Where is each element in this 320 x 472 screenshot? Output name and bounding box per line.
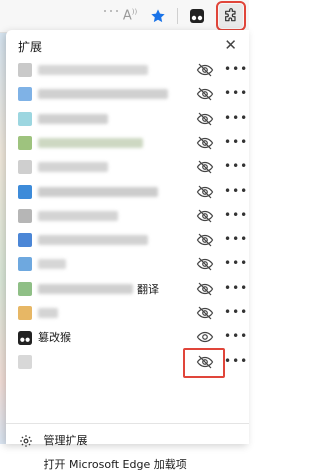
extension-icon xyxy=(18,209,32,223)
extension-icon xyxy=(18,355,32,369)
eye-hidden-icon[interactable] xyxy=(196,110,214,128)
extensions-button[interactable] xyxy=(216,1,246,31)
manage-extensions-label: 管理扩展 xyxy=(43,434,88,447)
toolbar-separator xyxy=(177,8,178,24)
extension-icon xyxy=(18,63,32,77)
more-actions-button[interactable]: ••• xyxy=(224,86,248,100)
extension-icon xyxy=(18,257,32,271)
more-actions-button[interactable]: ••• xyxy=(224,184,248,198)
more-actions-button[interactable]: ••• xyxy=(224,305,248,319)
extension-icon xyxy=(18,185,32,199)
more-actions-button[interactable]: ••• xyxy=(224,111,248,125)
extension-name-redacted xyxy=(38,138,143,148)
puzzle-icon xyxy=(225,8,236,22)
extension-name: 篡改猴 xyxy=(38,331,71,344)
extension-row[interactable]: ••• xyxy=(6,301,249,325)
eye-hidden-icon[interactable] xyxy=(196,280,214,298)
extension-name-redacted xyxy=(38,235,148,245)
more-actions-button[interactable]: ••• xyxy=(224,281,248,295)
extension-row[interactable]: ••• xyxy=(6,204,249,228)
extension-name-redacted xyxy=(38,308,58,318)
extension-icon xyxy=(18,306,32,320)
open-edge-addons-label: 打开 Microsoft Edge 加载项 xyxy=(43,458,187,471)
read-aloud-label: A xyxy=(122,8,132,24)
more-actions-button[interactable]: ••• xyxy=(224,354,248,368)
extension-name-redacted xyxy=(38,211,118,221)
extensions-popup: 扩展 ✕ ••• ••• ••• ••• ••• ••• ••• ••• ••• 翻译 ••• •••… xyxy=(6,30,249,471)
extension-icon xyxy=(18,87,32,101)
close-icon[interactable]: ✕ xyxy=(224,36,237,54)
extension-name-redacted xyxy=(38,89,168,99)
eye-hidden-icon[interactable] xyxy=(196,183,214,201)
tampermonkey-toolbar-button[interactable] xyxy=(185,4,209,28)
highlight-box xyxy=(183,348,225,378)
more-actions-button[interactable]: ••• xyxy=(224,256,248,270)
extension-icon xyxy=(18,282,32,296)
browser-toolbar: A)) xyxy=(0,0,249,33)
extension-icon xyxy=(18,160,32,174)
extension-row[interactable]: ••• xyxy=(6,180,249,204)
extension-row[interactable]: ••• xyxy=(6,228,249,252)
star-icon xyxy=(151,9,165,23)
extension-row[interactable]: ••• xyxy=(6,252,249,276)
more-actions-button[interactable]: ••• xyxy=(224,208,248,222)
more-actions-button[interactable]: ••• xyxy=(224,329,248,343)
extension-name: 翻译 xyxy=(137,283,159,296)
eye-icon[interactable] xyxy=(196,328,214,346)
extension-row[interactable]: 翻译 ••• xyxy=(6,277,249,301)
extension-icon xyxy=(18,136,32,150)
eye-hidden-icon[interactable] xyxy=(196,207,214,225)
open-edge-addons-link[interactable]: 打开 Microsoft Edge 加载项 xyxy=(18,456,187,472)
gear-icon xyxy=(20,435,32,447)
eye-hidden-icon[interactable] xyxy=(196,255,214,273)
more-actions-button[interactable]: ••• xyxy=(224,62,248,76)
more-actions-button[interactable]: ••• xyxy=(224,159,248,173)
extension-row[interactable]: ••• xyxy=(6,58,249,82)
extension-row[interactable]: ••• xyxy=(6,82,249,106)
favorite-button[interactable] xyxy=(146,4,170,28)
extension-row[interactable]: ••• xyxy=(6,131,249,155)
manage-extensions-link[interactable]: 管理扩展 xyxy=(18,432,88,448)
tampermonkey-icon xyxy=(190,9,204,23)
extension-row[interactable]: ••• xyxy=(6,155,249,179)
popup-title: 扩展 xyxy=(18,40,43,54)
tampermonkey-icon xyxy=(18,330,32,345)
read-aloud-button[interactable]: A)) xyxy=(118,4,142,28)
eye-hidden-icon[interactable] xyxy=(196,61,214,79)
overflow-dots-icon xyxy=(104,10,118,12)
extension-name-redacted xyxy=(38,65,148,75)
eye-hidden-icon[interactable] xyxy=(196,304,214,322)
extension-name-redacted xyxy=(38,187,158,197)
more-actions-button[interactable]: ••• xyxy=(224,135,248,149)
read-aloud-icon: A)) xyxy=(122,8,138,24)
extension-icon xyxy=(18,233,32,247)
extension-row[interactable]: ••• xyxy=(6,107,249,131)
extension-name-redacted xyxy=(38,259,66,269)
eye-hidden-icon[interactable] xyxy=(196,158,214,176)
eye-hidden-icon[interactable] xyxy=(196,85,214,103)
extension-name-redacted xyxy=(38,162,108,172)
eye-hidden-icon[interactable] xyxy=(196,231,214,249)
extension-icon xyxy=(18,112,32,126)
extension-row[interactable]: 篡改猴 ••• xyxy=(6,325,249,349)
extension-name-redacted xyxy=(38,114,108,124)
more-actions-button[interactable]: ••• xyxy=(224,232,248,246)
eye-hidden-icon[interactable] xyxy=(196,134,214,152)
footer-divider xyxy=(6,423,249,424)
extension-name-redacted xyxy=(38,284,133,294)
